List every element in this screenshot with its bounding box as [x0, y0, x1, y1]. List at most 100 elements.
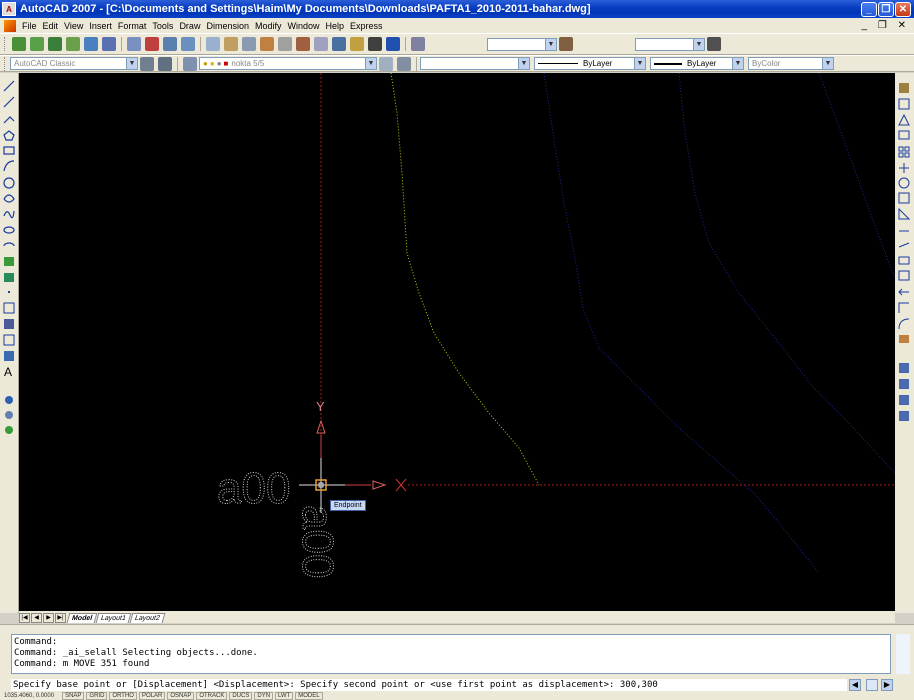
make-object-layer-icon[interactable] [5, 411, 13, 419]
grid-toggle[interactable]: GRID [86, 691, 108, 700]
toolbar-grip[interactable] [4, 37, 7, 51]
dimstyle-icon[interactable] [411, 37, 425, 51]
workspace-combo[interactable]: AutoCAD Classic ▼ [10, 57, 138, 70]
region-icon[interactable] [3, 334, 15, 346]
menu-window[interactable]: Window [285, 21, 323, 31]
menu-format[interactable]: Format [115, 21, 150, 31]
text-style-combo[interactable]: ▼ [487, 37, 557, 51]
zoom-previous-icon[interactable] [314, 37, 328, 51]
chevron-down-icon[interactable]: ▼ [634, 58, 645, 69]
stretch-icon[interactable] [898, 207, 911, 220]
offset-icon[interactable] [898, 130, 910, 140]
chevron-down-icon[interactable]: ▼ [545, 38, 556, 50]
tab-layout1[interactable]: Layout1 [95, 613, 132, 623]
ellipse-icon[interactable] [3, 226, 15, 234]
chevron-down-icon[interactable]: ▼ [126, 58, 137, 69]
rotate-icon[interactable] [898, 177, 910, 189]
chamfer-icon[interactable] [898, 302, 909, 313]
menu-express[interactable]: Express [347, 21, 386, 31]
lwt-toggle[interactable]: LWT [275, 691, 294, 700]
scroll-thumb[interactable] [866, 679, 878, 691]
polyline-icon[interactable] [3, 116, 15, 124]
ellipse-arc-icon[interactable] [3, 242, 15, 247]
layer-previous-icon[interactable] [397, 56, 411, 71]
line-icon[interactable] [3, 80, 15, 92]
menu-tools[interactable]: Tools [149, 21, 176, 31]
menu-file[interactable]: File [19, 21, 40, 31]
publish-icon[interactable] [102, 37, 116, 51]
construction-line-icon[interactable] [3, 96, 15, 108]
lightbulb-icon[interactable]: ● [203, 59, 208, 68]
plot-icon[interactable] [66, 37, 80, 51]
preview-icon[interactable] [84, 37, 98, 51]
last-tab-button[interactable]: ▶| [55, 613, 66, 623]
qnew-icon[interactable] [12, 37, 26, 51]
gradient-icon[interactable] [4, 319, 14, 329]
drawing-text-a00[interactable]: a00 [217, 464, 291, 514]
design-center-icon[interactable] [350, 37, 364, 51]
chevron-down-icon[interactable]: ▼ [365, 58, 376, 69]
arc-icon[interactable] [3, 160, 15, 172]
block-editor-icon[interactable] [206, 37, 220, 51]
join-icon[interactable] [898, 288, 909, 296]
erase-icon[interactable] [899, 83, 909, 93]
redo-icon[interactable] [242, 37, 256, 51]
mirror-icon[interactable] [898, 113, 910, 126]
minimize-button[interactable]: _ [861, 1, 877, 17]
close-button[interactable]: ✕ [895, 1, 911, 17]
zoom-icon[interactable] [278, 37, 292, 51]
plotstyle-combo[interactable]: ByColor ▼ [748, 57, 834, 70]
coordinate-display[interactable]: 1035.4060, 0.0000 [4, 693, 54, 699]
drawing-text-a00-rotated[interactable]: a00 [293, 505, 343, 579]
save-icon[interactable] [48, 37, 62, 51]
model-toggle[interactable]: MODEL [295, 691, 323, 700]
autocad-icon[interactable]: A [2, 2, 16, 16]
save-workspace-icon[interactable] [158, 56, 172, 71]
osnap-toggle[interactable]: OSNAP [167, 691, 195, 700]
document-icon[interactable] [4, 19, 16, 32]
draw-order-front-icon[interactable] [899, 363, 909, 373]
command-line-input[interactable]: Specify base point or [Displacement] <Di… [11, 679, 847, 691]
menu-help[interactable]: Help [323, 21, 348, 31]
blue-polyline-3[interactable] [818, 73, 895, 279]
menu-modify[interactable]: Modify [252, 21, 285, 31]
polygon-icon[interactable] [3, 130, 15, 141]
menu-edit[interactable]: Edit [40, 21, 62, 31]
otrack-toggle[interactable]: OTRACK [196, 691, 228, 700]
scale-icon[interactable] [898, 192, 910, 204]
lineweight-combo[interactable]: ByLayer ▼ [650, 57, 744, 70]
table-style-icon[interactable] [707, 37, 721, 51]
blue-polyline-2[interactable] [678, 73, 895, 474]
point-icon[interactable] [8, 291, 10, 293]
table-icon[interactable] [4, 351, 14, 361]
array-icon[interactable] [898, 146, 910, 158]
edit-icon[interactable] [5, 426, 13, 434]
help-icon[interactable] [386, 37, 400, 51]
table-style-combo[interactable]: ▼ [635, 37, 705, 51]
copy-icon[interactable] [145, 37, 159, 51]
yellow-polyline[interactable] [390, 73, 540, 486]
scroll-right-button[interactable]: ▶ [881, 679, 893, 691]
toolbar-grip[interactable] [4, 56, 7, 71]
fillet-icon[interactable] [898, 318, 910, 330]
extend-icon[interactable] [898, 242, 910, 248]
undo-icon[interactable] [224, 37, 238, 51]
move-icon[interactable] [899, 163, 909, 173]
draw-order-back-icon[interactable] [899, 379, 909, 389]
add-selected-icon[interactable] [5, 396, 13, 404]
paste-icon[interactable] [163, 37, 177, 51]
workspace-settings-icon[interactable] [140, 56, 154, 71]
layer-combo[interactable]: ● ● ● ■ nokta 5/5 ▼ [199, 57, 377, 70]
explode-icon[interactable] [899, 335, 909, 343]
chevron-down-icon[interactable]: ▼ [693, 38, 704, 50]
scroll-left-button[interactable]: ◀ [849, 679, 861, 691]
ducs-toggle[interactable]: DUCS [229, 691, 253, 700]
dyn-toggle[interactable]: DYN [254, 691, 274, 700]
break-at-point-icon[interactable] [898, 256, 910, 265]
color-combo[interactable]: ▼ [420, 57, 530, 70]
menu-dimension[interactable]: Dimension [203, 21, 252, 31]
draw-order-under-icon[interactable] [899, 411, 909, 421]
tab-model[interactable]: Model [66, 613, 98, 623]
chevron-down-icon[interactable]: ▼ [732, 58, 743, 69]
cut-icon[interactable] [127, 37, 141, 51]
